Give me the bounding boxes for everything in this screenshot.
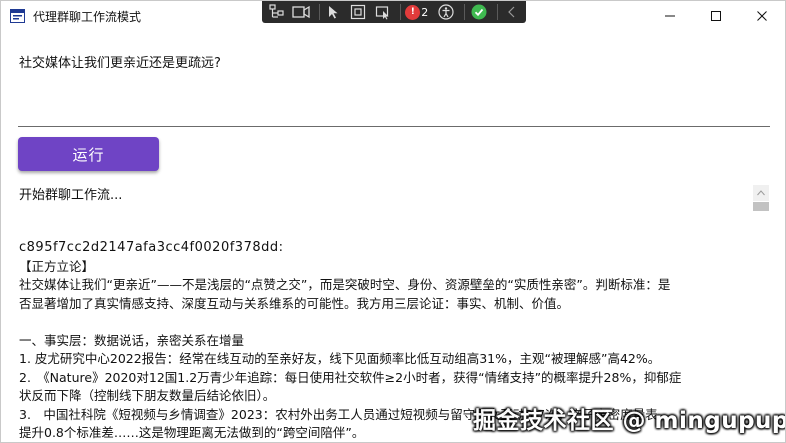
- record-button[interactable]: [290, 1, 311, 23]
- app-icon: [10, 9, 25, 23]
- question-input-text[interactable]: 社交媒体让我们更亲近还是更疏远?: [19, 52, 221, 71]
- check-circle-icon: [471, 4, 487, 20]
- output-line: 1. 皮尤研究中心2022报告：经常在线互动的至亲好友，线下见面频率比低互动组高…: [19, 351, 661, 366]
- toolbar-separator: [463, 4, 465, 20]
- output-line: 【正方立论】: [19, 258, 95, 274]
- output-line: 社交媒体让我们“更亲近”——不是浅层的“点赞之交”，而是突破时空、身份、资源壁垒…: [19, 277, 671, 292]
- output-line: 一、事实层：数据说话，亲密关系在增量: [19, 332, 245, 348]
- focus-icon: [375, 6, 389, 20]
- track-focus-button[interactable]: [372, 1, 393, 23]
- accessibility-icon: [438, 4, 454, 20]
- minimize-button[interactable]: [647, 1, 693, 31]
- toolbar-separator: [318, 4, 320, 20]
- binding-failures-button[interactable]: ! 2: [405, 1, 432, 23]
- chevron-left-icon: [508, 6, 515, 18]
- window-title: 代理群聊工作流模式: [33, 10, 142, 24]
- question-input-underline: [18, 126, 770, 127]
- app-window: 代理群聊工作流模式 ! 2 社交媒体让我们更亲近还是更疏远? 运行 开始群聊工作…: [0, 0, 786, 443]
- maximize-icon: [711, 11, 721, 21]
- toolbar-separator: [400, 4, 402, 20]
- binding-error-count: 2: [421, 5, 429, 19]
- cursor-select-icon: [329, 6, 338, 19]
- accessibility-button[interactable]: [435, 1, 456, 23]
- layout-adorner-icon: [351, 4, 366, 20]
- run-button[interactable]: 运行: [18, 137, 159, 171]
- output-line: 否显著增加了真实情感支持、深度互动与关系维系的可能性。我方用三层论证：事实、机制…: [19, 295, 570, 311]
- live-visual-tree-button[interactable]: [266, 1, 287, 23]
- collapse-toolbar-button[interactable]: [502, 1, 523, 23]
- watermark-text: 掘金技术社区 @ mingupup: [473, 408, 786, 434]
- output-line: c895f7cc2d2147afa3cc4f0020f378dd:: [19, 240, 284, 255]
- layout-adorner-button[interactable]: [348, 1, 369, 23]
- toolbar-separator: [496, 4, 498, 20]
- status-text: 开始群聊工作流...: [19, 188, 123, 203]
- close-button[interactable]: [739, 1, 785, 31]
- close-icon: [757, 11, 767, 21]
- video-icon: [292, 5, 310, 19]
- scroll-up-button[interactable]: [753, 185, 769, 201]
- debug-toolbar: ! 2: [262, 1, 526, 23]
- select-element-button[interactable]: [324, 1, 345, 23]
- scrollbar-thumb[interactable]: [753, 202, 769, 211]
- scroll-up-arrow-icon: [757, 190, 765, 196]
- maximize-button[interactable]: [693, 1, 739, 31]
- hot-reload-status-button[interactable]: [469, 1, 490, 23]
- output-line: 2. 《Nature》2020对12国1.2万青少年追踪：每日使用社交软件≥2小…: [19, 369, 682, 385]
- minimize-icon: [665, 15, 675, 17]
- binding-error-icon: !: [405, 4, 421, 20]
- visual-tree-icon: [269, 4, 284, 18]
